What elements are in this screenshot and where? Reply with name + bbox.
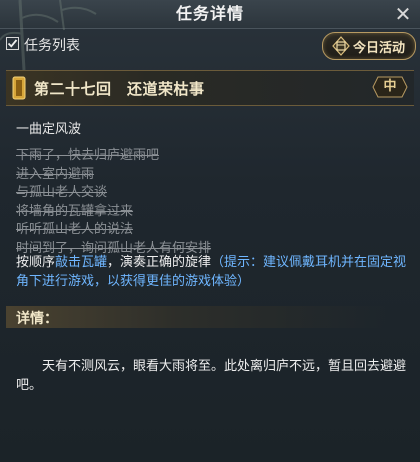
chapter-bar: 第二十七回 还道荣枯事 中 [6,70,414,106]
chapter-title: 第二十七回 还道荣枯事 [34,80,205,98]
today-activity-button[interactable]: 今日活动 [322,32,416,60]
difficulty-label: 中 [383,79,397,94]
page-title: 任务详情 [175,4,244,23]
scroll-icon [12,76,26,100]
today-activity-label: 今日活动 [353,41,406,56]
task-list-label[interactable]: 任务列表 [24,35,80,55]
detail-header: 详情： [6,306,386,328]
calendar-icon [332,36,350,56]
quest-detail-panel: 任务详情 ✕ 任务列表 今日活动 第二十七回 还道荣枯事 中 一曲定风波 下雨了… [0,0,420,462]
checkmark-icon [7,39,18,48]
quest-subtitle: 一曲定风波 [16,122,82,137]
detail-description: 天有不测风云，眼看大雨将至。此处离归庐不远，暂且回去避避吧。 [16,359,407,393]
current-step-text: ，演奏正确的旋律 [107,255,212,270]
current-step-prefix: 按顺序 [16,255,56,270]
task-list-checkbox[interactable] [6,37,19,50]
detail-label: 详情： [16,311,58,327]
difficulty-badge: 中 [372,76,408,98]
completed-step: 与孤山老人交谈 [16,185,108,200]
completed-step: 听听孤山老人的说法 [16,222,134,237]
close-icon: ✕ [394,2,412,26]
completed-steps-list: 下雨了，快去归庐避雨吧 进入室内避雨 与孤山老人交谈 将墙角的瓦罐拿过来 听听孤… [16,147,411,258]
panel-header: 任务详情 ✕ [0,0,420,70]
toolbar: 任务列表 今日活动 [0,29,420,61]
completed-step: 下雨了，快去归庐避雨吧 [16,148,160,163]
completed-step: 将墙角的瓦罐拿过来 [16,203,134,219]
current-step: 按顺序敲击瓦罐，演奏正确的旋律（提示：建议佩戴耳机并在固定视角下进行游戏，以获得… [16,253,416,291]
completed-step: 进入室内避雨 [16,166,95,182]
close-button[interactable]: ✕ [390,2,416,26]
strike-jar-link[interactable]: 敲击瓦罐 [55,255,107,270]
